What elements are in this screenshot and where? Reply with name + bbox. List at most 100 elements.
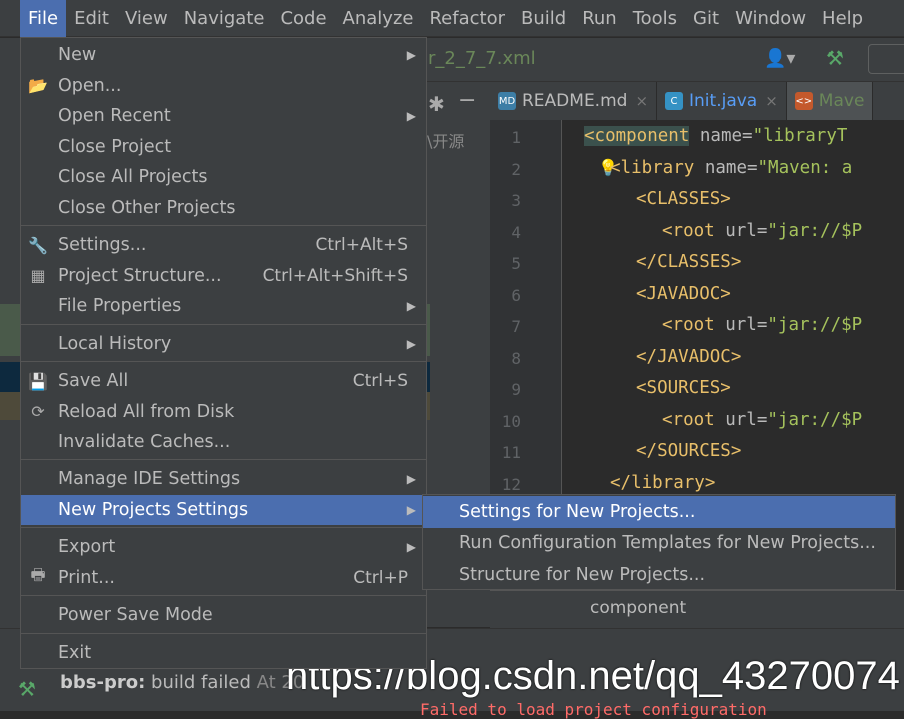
chevron-right-icon: ▶ <box>406 336 416 351</box>
file-menu: New ▶ 📂 Open... Open Recent ▶ Close Project Clo… <box>20 37 427 669</box>
xml-value: "libraryT <box>752 126 848 146</box>
minimize-icon[interactable]: − <box>458 88 476 113</box>
line-number: 3 <box>511 191 521 210</box>
menu-run[interactable]: Run <box>574 0 625 37</box>
code-line: </CLASSES> <box>636 252 741 272</box>
user-icon[interactable]: 👤▾ <box>764 48 795 69</box>
menu-item-exit[interactable]: Exit <box>21 637 426 668</box>
xml-tag: <JAVADOC> <box>636 283 731 304</box>
menu-item-project-structure[interactable]: ▦ Project Structure... Ctrl+Alt+Shift+S <box>21 260 426 291</box>
xml-attr: url= <box>714 409 768 430</box>
tab-init-java[interactable]: C Init.java × <box>657 82 787 120</box>
menu-item-manage-ide-settings[interactable]: Manage IDE Settings ▶ <box>21 464 426 495</box>
menu-edit[interactable]: Edit <box>66 0 117 37</box>
tab-mave[interactable]: <> Mave <box>786 82 874 120</box>
xml-tag: <root <box>662 315 715 335</box>
xml-tag: <root <box>662 220 715 241</box>
menu-item-local-history[interactable]: Local History ▶ <box>21 328 426 359</box>
chevron-right-icon: ▶ <box>406 502 416 517</box>
wrench-icon: 🔧 <box>28 235 48 255</box>
menu-item-close-other-projects[interactable]: Close Other Projects <box>21 193 426 224</box>
menu-item-label: Open... <box>58 75 122 96</box>
menu-item-invalidate-caches[interactable]: Invalidate Caches... <box>21 427 426 458</box>
xml-tag: </library> <box>610 472 716 493</box>
menu-navigate[interactable]: Navigate <box>176 0 273 37</box>
menu-item-new[interactable]: New ▶ <box>21 40 426 71</box>
menu-analyze[interactable]: Analyze <box>335 0 422 37</box>
build-status-text: build failed <box>151 672 251 693</box>
submenu-item-structure-for-new-projects[interactable]: Structure for New Projects... <box>423 559 895 591</box>
run-config-button[interactable] <box>868 44 904 74</box>
build-hammer-icon: ⚒ <box>18 677 36 701</box>
menu-item-export[interactable]: Export ▶ <box>21 532 426 563</box>
line-number: 4 <box>511 222 521 242</box>
breadcrumb[interactable]: r_2_7_7.xml <box>428 48 536 69</box>
xml-breadcrumb[interactable]: component <box>590 598 686 618</box>
xml-tag: <SOURCES> <box>636 378 731 398</box>
line-number: 2 <box>511 159 521 179</box>
line-number: 5 <box>511 254 521 273</box>
xml-attr: name= <box>694 157 758 178</box>
code-line: <component name="libraryT <box>584 126 847 146</box>
menu-item-open[interactable]: 📂 Open... <box>21 71 426 102</box>
menu-item-settings[interactable]: 🔧 Settings... Ctrl+Alt+S <box>21 230 426 261</box>
menu-item-close-all-projects[interactable]: Close All Projects <box>21 162 426 193</box>
menu-item-save-all[interactable]: 💾 Save All Ctrl+S <box>21 366 426 397</box>
close-icon[interactable]: × <box>765 92 778 110</box>
menu-item-power-save-mode[interactable]: Power Save Mode <box>21 600 426 631</box>
menu-item-open-recent[interactable]: Open Recent ▶ <box>21 101 426 132</box>
menu-view[interactable]: View <box>117 0 176 37</box>
menu-tools[interactable]: Tools <box>625 0 685 37</box>
project-structure-icon: ▦ <box>30 266 46 286</box>
error-text: Failed to load project configuration <box>420 700 767 719</box>
xml-attr: url= <box>714 220 768 241</box>
menu-build[interactable]: Build <box>513 0 574 37</box>
menu-bar: File Edit View Navigate Code Analyze Refactor B… <box>0 0 904 37</box>
xml-tag: </SOURCES> <box>636 441 742 461</box>
menu-item-label: Close Project <box>58 136 172 157</box>
line-number: 11 <box>501 443 521 462</box>
menu-item-label: Power Save Mode <box>58 605 213 626</box>
menu-item-label: Local History <box>58 333 172 354</box>
line-number: 12 <box>501 474 521 494</box>
xml-tag: <root <box>662 409 715 430</box>
build-status[interactable]: bbs-pro: build failed At 20 <box>60 672 304 693</box>
line-number: 9 <box>511 380 521 399</box>
code-line: <JAVADOC> <box>636 284 731 304</box>
shortcut: Ctrl+Alt+Shift+S <box>262 265 408 286</box>
menu-item-label: Export <box>58 537 116 558</box>
md-file-icon: MD <box>498 92 516 110</box>
menu-item-label: Close All Projects <box>58 167 208 188</box>
tab-label: Mave <box>818 91 865 111</box>
shortcut: Ctrl+S <box>352 371 408 392</box>
menu-item-print[interactable]: 🖶 Print... Ctrl+P <box>21 563 426 594</box>
close-icon[interactable]: × <box>635 92 648 110</box>
menu-item-reload-all-from-disk[interactable]: ⟳ Reload All from Disk <box>21 396 426 427</box>
folder-open-icon: 📂 <box>28 76 48 96</box>
submenu-item-settings-for-new-projects[interactable]: Settings for New Projects... <box>423 496 895 528</box>
tab-readme-md[interactable]: MD README.md × <box>490 82 658 120</box>
code-line: </library> <box>610 473 715 493</box>
new-projects-settings-submenu: Settings for New Projects... Run Configur… <box>422 494 896 590</box>
menu-git[interactable]: Git <box>685 0 727 37</box>
code-line: </JAVADOC> <box>636 347 741 367</box>
gear-icon[interactable]: ✱ <box>428 92 445 116</box>
menu-window[interactable]: Window <box>727 0 814 37</box>
submenu-item-run-configuration-templates-for-new-projects[interactable]: Run Configuration Templates for New Proj… <box>423 528 895 560</box>
code-line: <CLASSES> <box>636 189 731 209</box>
menu-code[interactable]: Code <box>272 0 334 37</box>
menu-item-label: Manage IDE Settings <box>58 469 241 490</box>
menu-item-close-project[interactable]: Close Project <box>21 132 426 163</box>
chevron-right-icon: ▶ <box>406 48 416 63</box>
build-hammer-icon[interactable]: ⚒ <box>826 46 844 70</box>
menu-file[interactable]: File <box>20 0 67 37</box>
menu-item-file-properties[interactable]: File Properties ▶ <box>21 291 426 322</box>
menu-help[interactable]: Help <box>814 0 871 37</box>
menu-item-label: Settings... <box>58 235 147 256</box>
code-editor[interactable]: 💡 <component name="libraryT <library name… <box>562 120 904 496</box>
xml-value: "jar://$P <box>767 220 863 241</box>
menu-refactor[interactable]: Refactor <box>421 0 513 37</box>
xml-tag: <library <box>610 157 695 178</box>
chevron-right-icon: ▶ <box>406 540 416 555</box>
menu-item-new-projects-settings[interactable]: New Projects Settings ▶ <box>21 494 426 526</box>
